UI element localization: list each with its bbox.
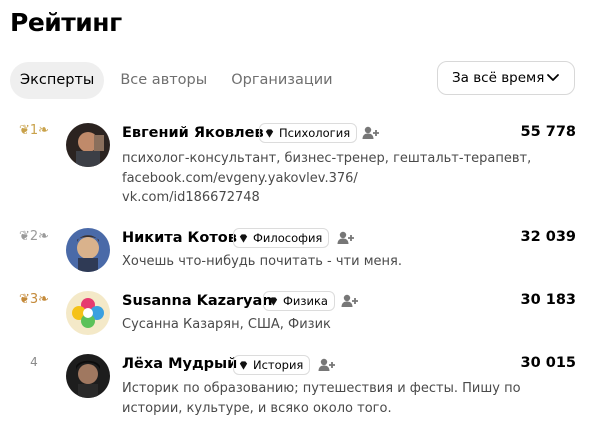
list-item[interactable]: 4 Лёха Мудрый История 30 015 Историк по …: [0, 352, 592, 427]
add-user-icon[interactable]: [362, 126, 380, 140]
laurel-right-icon: ❧: [38, 292, 50, 307]
diamond-icon: [239, 233, 248, 243]
description-line: Хочешь что-нибудь почитать - чти меня.: [122, 254, 402, 269]
expert-description: психолог-консультант, бизнес-тренер, геш…: [122, 149, 532, 208]
period-dropdown[interactable]: За всё время: [437, 61, 575, 95]
list-item[interactable]: ❦3❧ Susanna Kazaryan Физика 30 183 Сусан…: [0, 289, 592, 341]
description-line: vk.com/id186672748: [122, 190, 260, 205]
period-selected-label: За всё время: [452, 70, 545, 86]
description-line: истории, культуре, и всяко около того.: [122, 400, 392, 416]
expert-description: Сусанна Казарян, США, Физик: [122, 315, 522, 335]
description-line: психолог-консультант, бизнес-тренер, геш…: [122, 151, 532, 166]
score: 55 778: [520, 124, 577, 140]
expert-name[interactable]: Лёха Мудрый: [122, 356, 237, 372]
laurel-left-icon: ❦: [18, 229, 30, 244]
avatar[interactable]: [66, 354, 110, 398]
list-item[interactable]: ❦1❧ Евгений Яковлев Психология 55 778 пс…: [0, 120, 592, 210]
category-label: Психология: [279, 126, 351, 140]
diamond-icon: [239, 360, 248, 370]
avatar[interactable]: [66, 228, 110, 272]
score: 30 015: [520, 355, 577, 371]
expert-name[interactable]: Никита Котов: [122, 230, 237, 246]
rank-number: 1: [29, 123, 39, 138]
score: 32 039: [520, 229, 577, 245]
category-badge[interactable]: История: [233, 355, 311, 375]
category-badge[interactable]: Физика: [263, 291, 335, 311]
category-badge[interactable]: Психология: [259, 123, 358, 143]
rank-number: 4: [30, 355, 38, 369]
laurel-right-icon: ❧: [38, 229, 50, 244]
diamond-icon: [269, 296, 278, 306]
page-title: Рейтинг: [10, 8, 122, 37]
category-badge[interactable]: Философия: [233, 228, 330, 248]
rank-laurel: ❦1❧: [18, 123, 50, 138]
add-user-icon[interactable]: [318, 358, 336, 372]
tab-all-authors[interactable]: Все авторы: [108, 62, 219, 99]
avatar[interactable]: [66, 123, 110, 167]
expert-description: Историк по образованию; путешествия и фе…: [122, 379, 522, 418]
description-line: Историк по образованию; путешествия и фе…: [122, 381, 521, 396]
diamond-icon: [265, 128, 274, 138]
description-line: Сусанна Казарян, США, Физик: [122, 317, 331, 332]
score: 30 183: [520, 292, 577, 308]
category-label: Физика: [283, 294, 328, 308]
add-user-icon[interactable]: [341, 294, 359, 308]
list-item[interactable]: ❦2❧ Никита Котов Философия 32 039 Хочешь…: [0, 226, 592, 278]
tab-organizations[interactable]: Организации: [219, 62, 344, 99]
description-line: facebook.com/evgeny.yakovlev.376/: [122, 170, 358, 186]
rank-number: 3: [29, 292, 39, 307]
chevron-down-icon: [547, 74, 559, 81]
avatar[interactable]: [66, 291, 110, 335]
expert-name[interactable]: Евгений Яковлев: [122, 125, 264, 141]
category-label: Философия: [253, 231, 323, 245]
tabs-bar: Эксперты Все авторы Организации: [10, 62, 345, 99]
tab-experts[interactable]: Эксперты: [10, 62, 105, 99]
expert-description: Хочешь что-нибудь почитать - чти меня.: [122, 252, 522, 272]
category-label: История: [253, 358, 304, 372]
expert-name[interactable]: Susanna Kazaryan: [122, 293, 273, 309]
laurel-left-icon: ❦: [18, 123, 30, 138]
laurel-left-icon: ❦: [18, 292, 30, 307]
laurel-right-icon: ❧: [38, 123, 50, 138]
add-user-icon[interactable]: [337, 231, 355, 245]
rank-laurel: ❦3❧: [18, 292, 50, 307]
rank-number: 2: [29, 229, 39, 244]
rank-laurel: ❦2❧: [18, 229, 50, 244]
